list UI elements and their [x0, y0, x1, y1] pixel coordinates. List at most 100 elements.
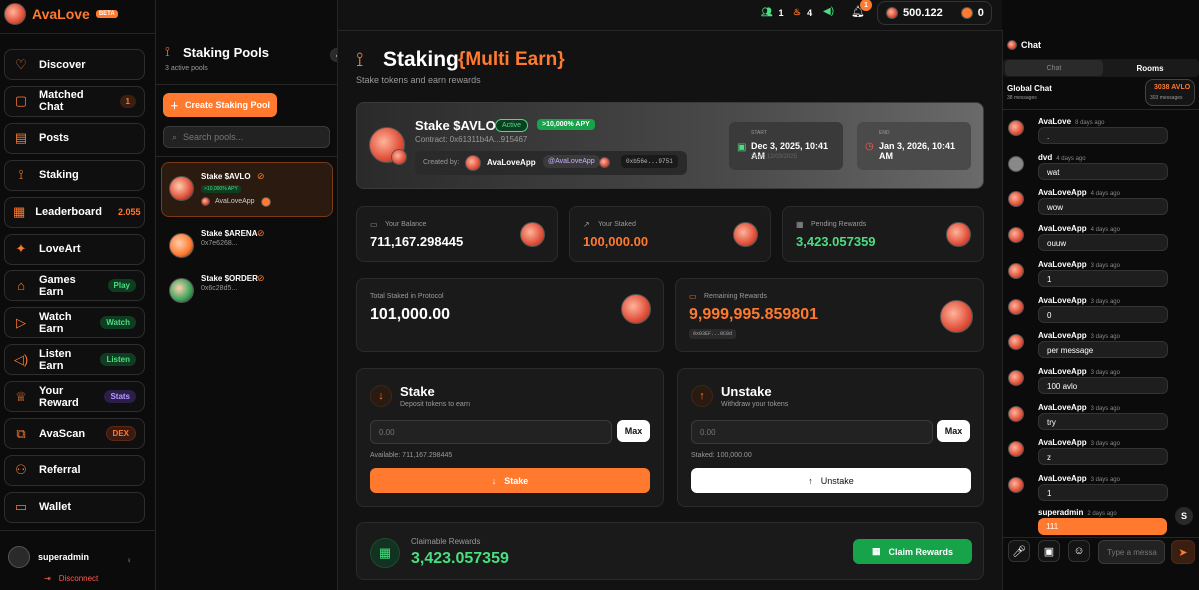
message-author: AvaLoveApp 4 days ago	[1038, 188, 1120, 197]
message-avatar[interactable]	[1008, 369, 1024, 386]
tab-rooms[interactable]: Rooms	[1103, 60, 1197, 76]
message-bubble: wow	[1038, 198, 1168, 216]
message-avatar[interactable]	[1008, 441, 1024, 458]
sidebar-item-games-earn[interactable]: ⌂ Games Earn Play	[4, 270, 145, 302]
message-bubble: z	[1038, 448, 1168, 466]
disconnect-button[interactable]: ⇥ Disconnect	[44, 574, 98, 583]
author-name: AvaLoveApp	[1038, 331, 1087, 341]
message-avatar[interactable]	[1008, 191, 1024, 208]
claim-rewards-button[interactable]: ▦ Claim Rewards	[853, 539, 972, 564]
topbar-divider	[338, 30, 1002, 31]
creator-box: Created by: AvaLoveApp @AvaLoveApp 0xb56…	[415, 151, 687, 175]
creator-hash[interactable]: 0xb56e...9751	[621, 155, 678, 168]
sidebar-item-leaderboard[interactable]: ▦ Leaderboard 2.055	[4, 196, 145, 228]
create-pool-button[interactable]: ＋ Create Staking Pool	[163, 93, 277, 117]
sidebar-item-watch-earn[interactable]: ▷ Watch Earn Watch	[4, 307, 145, 339]
message-avatar[interactable]	[1008, 298, 1024, 315]
staked-label: Your Staked	[598, 221, 636, 228]
user-profile[interactable]: superadmin	[8, 546, 89, 568]
tab-chat[interactable]: Chat	[1005, 60, 1103, 76]
message-author: AvaLoveApp 4 days ago	[1038, 224, 1120, 233]
message-bubble: wat	[1038, 162, 1168, 180]
message-author: AvaLoveApp 3 days ago	[1038, 296, 1120, 305]
message-time: 8 days ago	[1075, 120, 1105, 126]
pending-value: 3,423.057359	[796, 234, 876, 249]
online-users[interactable]: 👥︎ 1	[761, 7, 783, 18]
sidebar-item-staking[interactable]: ⟟ Staking	[4, 159, 145, 191]
creator-handle[interactable]: @AvaLoveApp	[543, 155, 600, 168]
token-icon	[733, 222, 758, 247]
unstake-amount-input[interactable]: 0.00	[691, 420, 933, 444]
chat-icon: ▢	[14, 93, 28, 109]
unstake-button-label: Unstake	[820, 475, 854, 486]
sidebar-item-wallet[interactable]: ▭ Wallet	[4, 491, 145, 523]
image-button[interactable]: ▣	[1038, 540, 1060, 562]
sidebar-item-badge: Listen	[100, 353, 136, 367]
sidebar-item-label: AvaScan	[39, 427, 86, 440]
logo-divider	[0, 33, 155, 34]
message-avatar[interactable]	[1008, 334, 1024, 351]
sidebar-item-discover[interactable]: ♡ Discover	[4, 49, 145, 80]
user-divider	[0, 530, 155, 531]
message-avatar[interactable]	[1008, 262, 1024, 279]
message-author: AvaLoveApp 3 days ago	[1038, 260, 1120, 269]
unstake-subtitle: Withdraw your tokens	[721, 401, 789, 408]
brand-logo[interactable]: AvaLove BETA	[4, 3, 118, 25]
message-author: AvaLoveApp 3 days ago	[1038, 403, 1120, 412]
wallet-balance[interactable]: 500.122 0	[877, 1, 992, 25]
own-message-name: superadmin 2 days ago	[1038, 508, 1117, 517]
message-bubble: 100 avlo	[1038, 376, 1168, 394]
pool-item[interactable]: Stake $AVLO ⊘ >10,000% APY AvaLoveApp	[169, 170, 329, 210]
message-avatar[interactable]	[1008, 155, 1024, 172]
search-input[interactable]: ⌕ Search pools...	[163, 126, 330, 148]
gift-icon: ▦	[871, 546, 881, 556]
volume-icon[interactable]: ◀)	[823, 6, 834, 17]
sidebar-item-posts[interactable]: ▤ Posts	[4, 122, 145, 154]
sidebar-item-avascan[interactable]: ⧉ AvaScan DEX	[4, 418, 145, 449]
avlo-balance-box[interactable]: 3038 AVLO 303 messages	[1145, 79, 1195, 106]
sidebar-item-your-reward[interactable]: ♕ Your Reward Stats	[4, 381, 145, 413]
clock-icon: ◷	[865, 141, 874, 152]
send-button[interactable]: ➤	[1171, 540, 1195, 564]
message-avatar[interactable]	[1008, 120, 1024, 136]
user-avatar	[8, 546, 30, 568]
users-icon: 👥︎	[761, 7, 773, 17]
stake-max-button[interactable]: Max	[617, 420, 650, 442]
sidebar-item-referral[interactable]: ⚇ Referral	[4, 454, 145, 486]
pool-item[interactable]: Stake $ORDER ⊘ 0x6c28d5...	[169, 272, 329, 312]
message-time: 3 days ago	[1090, 405, 1120, 412]
message-avatar[interactable]	[1008, 227, 1024, 244]
hero-title: Stake $AVLO	[415, 118, 496, 133]
logout-icon: ⇥	[44, 574, 51, 583]
message-bubble: ouuw	[1038, 234, 1168, 252]
pools-title: Staking Pools	[183, 45, 269, 60]
page-title: Staking	[383, 48, 459, 71]
mic-button[interactable]: 🎤︎	[1008, 540, 1030, 562]
message-input[interactable]: Type a messa	[1098, 540, 1165, 564]
pool-creator: AvaLoveApp	[215, 198, 255, 205]
gift-icon: ▦	[13, 204, 26, 220]
unstake-button[interactable]: ↑ Unstake	[691, 468, 971, 493]
room-divider	[1003, 109, 1199, 110]
balance-label: Your Balance	[385, 221, 427, 228]
document-icon: ▤	[14, 130, 28, 146]
stake-amount-input[interactable]: 0.00	[370, 420, 612, 444]
sidebar-item-loveart[interactable]: ✦ LoveArt	[4, 233, 145, 265]
unstake-max-button[interactable]: Max	[937, 420, 970, 442]
emoji-button[interactable]: ☺	[1068, 540, 1090, 562]
chart-icon: ⧉	[16, 425, 26, 441]
remaining-hash[interactable]: 0x03EF...0C0d	[689, 329, 737, 339]
sidebar-item-listen-earn[interactable]: ◁) Listen Earn Listen	[4, 344, 145, 376]
coins-icon: ⟟	[18, 167, 24, 183]
end-date: Jan 3, 2026, 10:41 AM	[879, 141, 956, 161]
message-avatar[interactable]	[1008, 477, 1024, 493]
pool-item[interactable]: Stake $ARENA ⊘ 0x7e6268...	[169, 227, 329, 267]
available-balance: Available: 711,167.298445	[370, 452, 453, 459]
sidebar-item-label: Listen Earn	[39, 347, 72, 372]
sidebar-item-matched-chat[interactable]: ▢ Matched Chat 1	[4, 85, 145, 117]
pools-panel: ⟟ Staking Pools 3 active pools ‹ ＋Create…	[156, 0, 344, 590]
stake-button[interactable]: ↓ Stake	[370, 468, 650, 493]
fire-counter[interactable]: ♨ 4	[793, 7, 812, 18]
message-avatar[interactable]	[1008, 405, 1024, 422]
gamepad-icon: ⌂	[17, 278, 25, 294]
